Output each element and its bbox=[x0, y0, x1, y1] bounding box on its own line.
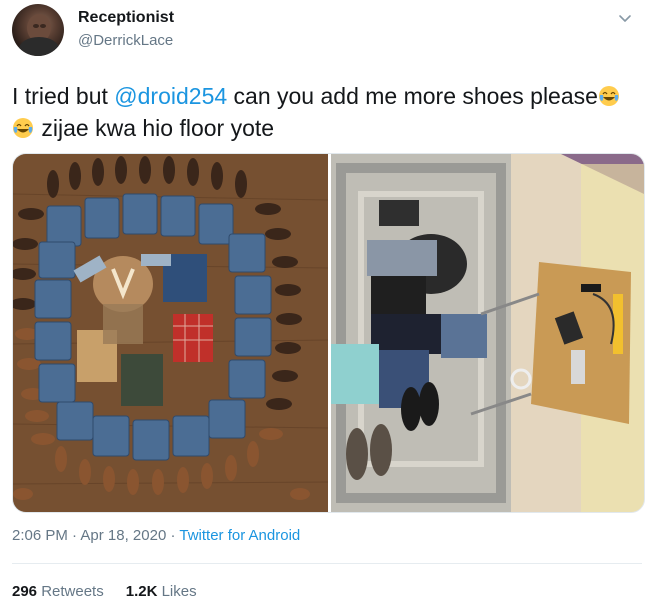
tweet-text-part3: zijae kwa hio floor yote bbox=[35, 115, 275, 141]
tweet-text: I tried but @droid254 can you add me mor… bbox=[12, 80, 632, 144]
divider bbox=[12, 563, 642, 564]
user-handle[interactable]: @DerrickLace bbox=[78, 32, 173, 49]
retweets-label: Retweets bbox=[37, 583, 104, 600]
tweet-stats: 296 Retweets 1.2K Likes bbox=[12, 583, 197, 600]
display-name[interactable]: Receptionist bbox=[78, 9, 174, 27]
media-grid bbox=[12, 153, 645, 513]
retweets-stat[interactable]: 296 Retweets bbox=[12, 583, 104, 600]
likes-label: Likes bbox=[157, 583, 197, 600]
tweet-text-part2: can you add me more shoes please bbox=[227, 83, 598, 109]
meta-separator: · bbox=[67, 527, 81, 544]
chevron-down-icon[interactable] bbox=[616, 10, 634, 28]
tweet-card: Receptionist @DerrickLace I tried but @d… bbox=[0, 0, 648, 603]
media-photo-right[interactable] bbox=[331, 154, 644, 512]
mention-link[interactable]: @droid254 bbox=[114, 83, 227, 109]
meta-separator: · bbox=[166, 527, 180, 544]
face-with-tears-of-joy-icon bbox=[13, 118, 33, 138]
likes-stat[interactable]: 1.2K Likes bbox=[126, 583, 197, 600]
tweet-time[interactable]: 2:06 PM bbox=[12, 527, 68, 544]
tweet-source-link[interactable]: Twitter for Android bbox=[179, 527, 300, 544]
face-with-tears-of-joy-icon bbox=[598, 86, 619, 106]
media-photo-left[interactable] bbox=[13, 154, 328, 512]
avatar[interactable] bbox=[12, 4, 64, 56]
avatar-photo bbox=[19, 14, 59, 56]
tweet-meta: 2:06 PM · Apr 18, 2020 · Twitter for And… bbox=[12, 527, 300, 544]
tweet-date[interactable]: Apr 18, 2020 bbox=[80, 527, 166, 544]
retweets-count: 296 bbox=[12, 583, 38, 600]
tweet-text-part1: I tried but bbox=[12, 83, 115, 109]
likes-count: 1.2K bbox=[125, 583, 158, 600]
